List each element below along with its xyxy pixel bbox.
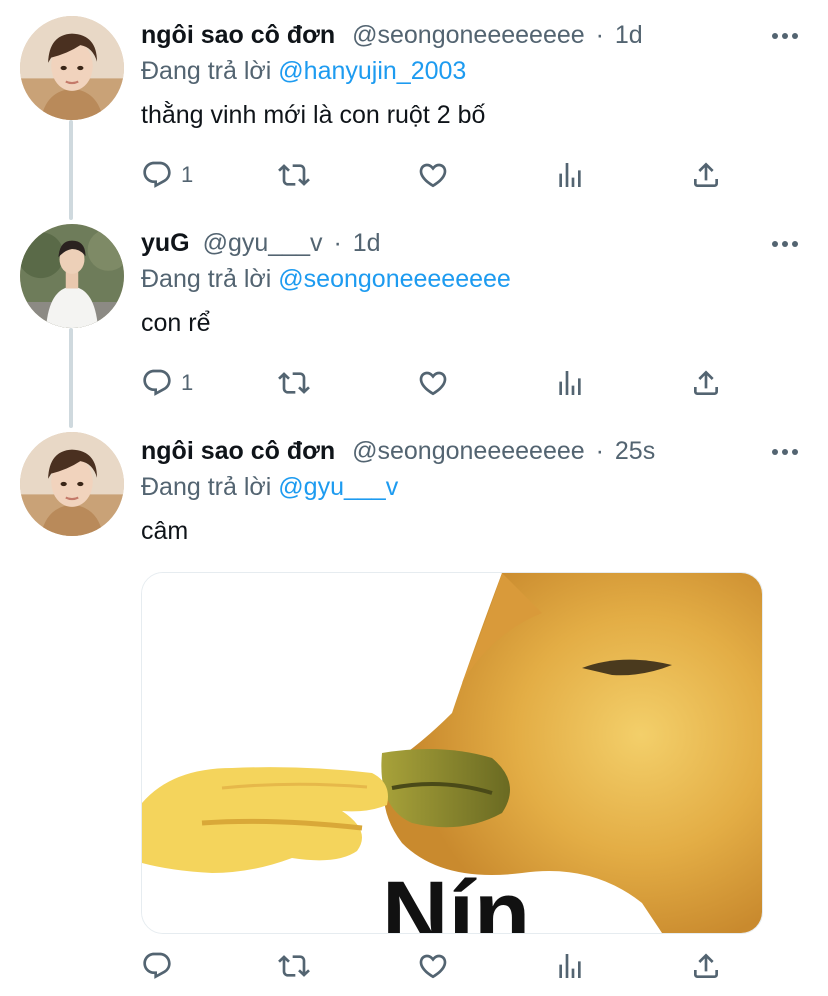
like-button[interactable]	[417, 157, 449, 193]
display-name[interactable]: ngôi sao cô đơn	[141, 437, 335, 465]
like-icon	[417, 367, 449, 399]
tweet-text: thằng vinh mới là con ruột 2 bố	[141, 101, 486, 129]
timestamp[interactable]: 1d	[353, 229, 381, 257]
share-button[interactable]	[690, 157, 722, 193]
mention-link[interactable]: @gyu___v	[278, 473, 398, 501]
avatar-image	[20, 224, 124, 328]
reply-icon	[141, 159, 173, 191]
tweet-actions: 1	[141, 157, 731, 193]
avatar[interactable]	[20, 432, 124, 536]
tweet-text: câm	[141, 517, 189, 545]
share-icon	[690, 950, 722, 982]
analytics-icon	[554, 159, 586, 191]
share-icon	[690, 367, 722, 399]
share-button[interactable]	[690, 365, 722, 401]
more-options-icon[interactable]	[772, 240, 798, 248]
tweet-actions	[141, 948, 731, 984]
like-button[interactable]	[417, 365, 449, 401]
replying-to: Đang trả lời @hanyujin_2003	[141, 54, 466, 88]
retweet-icon	[278, 159, 310, 191]
timestamp[interactable]: 25s	[615, 437, 655, 465]
replying-to-label: Đang trả lời	[141, 473, 272, 501]
dog-beak-pinch-meme-icon: Nín	[142, 573, 762, 933]
replying-to-label: Đang trả lời	[141, 57, 272, 85]
mention-link[interactable]: @seongoneeeeeeee	[278, 265, 511, 293]
retweet-icon	[278, 367, 310, 399]
reply-button[interactable]: 1	[141, 157, 193, 193]
meme-caption: Nín	[382, 863, 530, 933]
reply-count: 1	[181, 370, 194, 395]
tweet[interactable]: yuG @gyu___v · 1d Đang trả lời @seongone…	[0, 208, 828, 416]
tweet-header: yuG @gyu___v · 1d	[141, 226, 381, 260]
replying-to: Đang trả lời @seongoneeeeeeee	[141, 262, 511, 296]
share-button[interactable]	[690, 948, 722, 984]
mention-link[interactable]: @hanyujin_2003	[278, 57, 466, 85]
user-handle[interactable]: @gyu___v	[203, 229, 323, 257]
more-options-icon[interactable]	[772, 448, 798, 456]
avatar[interactable]	[20, 16, 124, 120]
tweet-text: con rể	[141, 309, 211, 337]
tweet-actions: 1	[141, 365, 731, 401]
reply-button[interactable]	[141, 948, 173, 984]
retweet-button[interactable]	[278, 365, 310, 401]
avatar-image	[20, 16, 124, 120]
retweet-button[interactable]	[278, 157, 310, 193]
analytics-icon	[554, 950, 586, 982]
replying-to: Đang trả lời @gyu___v	[141, 470, 398, 504]
analytics-button[interactable]	[554, 157, 586, 193]
retweet-button[interactable]	[278, 948, 310, 984]
reply-icon	[141, 367, 173, 399]
display-name[interactable]: yuG	[141, 229, 190, 257]
like-icon	[417, 159, 449, 191]
analytics-button[interactable]	[554, 365, 586, 401]
share-icon	[690, 159, 722, 191]
like-button[interactable]	[417, 948, 449, 984]
retweet-icon	[278, 950, 310, 982]
timestamp[interactable]: 1d	[615, 21, 643, 49]
more-options-icon[interactable]	[772, 32, 798, 40]
analytics-icon	[554, 367, 586, 399]
separator: ·	[333, 229, 342, 257]
replying-to-label: Đang trả lời	[141, 265, 272, 293]
user-handle[interactable]: @seongoneeeeeeee	[352, 437, 585, 465]
analytics-button[interactable]	[554, 948, 586, 984]
user-handle[interactable]: @seongoneeeeeeee	[352, 21, 585, 49]
reply-icon	[141, 950, 173, 982]
tweet-header: ngôi sao cô đơn @seongoneeeeeeee · 25s	[141, 434, 655, 468]
reply-count: 1	[181, 162, 194, 187]
tweet-header: ngôi sao cô đơn @seongoneeeeeeee · 1d	[141, 18, 643, 52]
display-name[interactable]: ngôi sao cô đơn	[141, 21, 335, 49]
tweet-media-image[interactable]: Nín	[141, 572, 763, 934]
avatar[interactable]	[20, 224, 124, 328]
separator: ·	[595, 21, 604, 49]
like-icon	[417, 950, 449, 982]
reply-button[interactable]: 1	[141, 365, 193, 401]
tweet[interactable]: ngôi sao cô đơn @seongoneeeeeeee · 1d Đa…	[0, 0, 828, 208]
avatar-image	[20, 432, 124, 536]
separator: ·	[595, 437, 604, 465]
